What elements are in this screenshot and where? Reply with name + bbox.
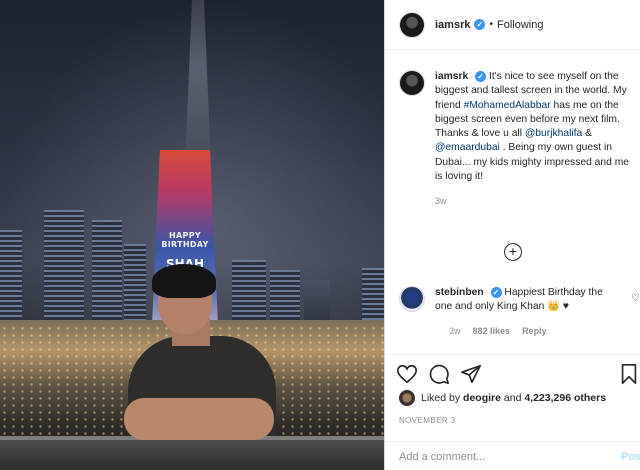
comment-bubble-icon[interactable] (428, 363, 450, 385)
likes-middle: and (500, 392, 525, 404)
like-heart-icon[interactable] (396, 363, 418, 385)
add-comment-input[interactable]: Add a comment... (399, 451, 485, 463)
mention-link-emaardubai[interactable]: @emaardubai (435, 142, 500, 153)
mention-link-burjkhalifa[interactable]: @burjkhalifa (525, 128, 582, 139)
separator-dot: • (489, 19, 493, 30)
caption-text: iamsrk ✓ It's nice to see myself on the … (435, 70, 631, 209)
load-more-comments-icon[interactable]: + (504, 243, 522, 261)
author-avatar[interactable] (399, 11, 425, 38)
comment-item: stebinben ✓ Happiest Birthday the one an… (399, 286, 640, 336)
caption-author-avatar[interactable] (399, 70, 425, 96)
post-caption: iamsrk ✓ It's nice to see myself on the … (399, 70, 631, 209)
liker-avatar[interactable] (399, 390, 415, 406)
following-button[interactable]: Following (497, 19, 543, 31)
hashtag-link[interactable]: #MohamedAlabbar (464, 100, 551, 111)
balcony-railing (0, 440, 384, 470)
instagram-post-modal: HAPPY BIRTHDAY SHAH iamsrk ✓ • Following… (0, 0, 640, 470)
liker-username[interactable]: deogire (463, 392, 501, 404)
likes-text: Liked by deogire and 4,223,296 others (421, 392, 606, 404)
commenter-username[interactable]: stebinben (435, 287, 484, 298)
likes-others-count[interactable]: 4,223,296 others (524, 392, 606, 404)
comment-meta: 3w 882 likes Reply (449, 326, 547, 336)
tower-text-birthday: HAPPY BIRTHDAY (161, 231, 209, 249)
post-comment-button[interactable]: Post (621, 451, 640, 463)
comment-timestamp[interactable]: 3w (449, 326, 461, 336)
likes-summary: Liked by deogire and 4,223,296 others (399, 390, 606, 406)
person-hair (152, 264, 216, 298)
post-photo[interactable]: HAPPY BIRTHDAY SHAH (0, 0, 384, 470)
verified-badge-icon: ✓ (490, 287, 502, 298)
verified-badge-icon: ✓ (474, 19, 486, 30)
bookmark-save-icon[interactable] (618, 363, 640, 385)
post-action-bar (385, 354, 640, 392)
add-comment-bar: Add a comment... Post (385, 441, 640, 470)
commenter-avatar[interactable] (399, 286, 425, 312)
caption-amp: & (582, 128, 592, 140)
comment-like-heart-icon[interactable]: ♡ (631, 293, 640, 304)
person-crossed-arms (124, 398, 274, 440)
post-date[interactable]: NOVEMBER 3 (399, 416, 455, 425)
comment-reply-button[interactable]: Reply (522, 326, 547, 336)
share-direct-icon[interactable] (460, 363, 482, 385)
author-username[interactable]: iamsrk (435, 19, 470, 31)
post-header: iamsrk ✓ • Following (385, 0, 640, 50)
likes-prefix: Liked by (421, 392, 464, 404)
comment-text: stebinben ✓ Happiest Birthday the one an… (435, 286, 607, 315)
verified-badge-icon: ✓ (475, 71, 487, 82)
comment-likes-count[interactable]: 882 likes (473, 326, 511, 336)
caption-username[interactable]: iamsrk (435, 71, 468, 82)
post-side-panel: iamsrk ✓ • Following iamsrk ✓ It's nice … (384, 0, 640, 470)
caption-timestamp[interactable]: 3w (435, 194, 631, 208)
